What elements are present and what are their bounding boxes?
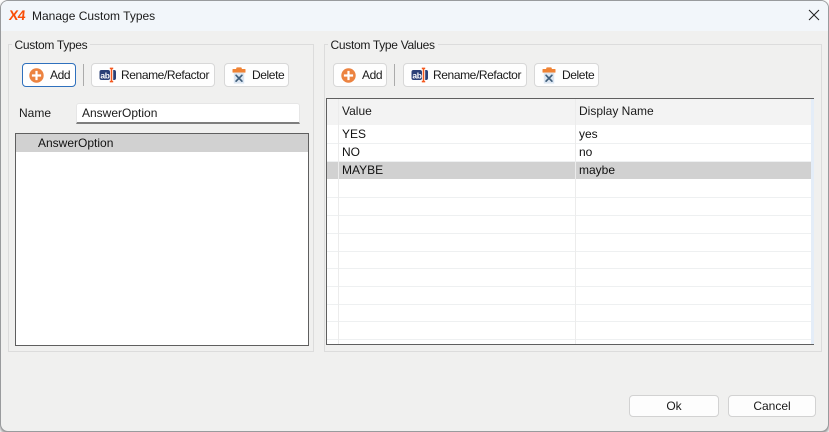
svg-text:ab: ab [412, 70, 421, 80]
svg-text:ab: ab [100, 70, 109, 80]
